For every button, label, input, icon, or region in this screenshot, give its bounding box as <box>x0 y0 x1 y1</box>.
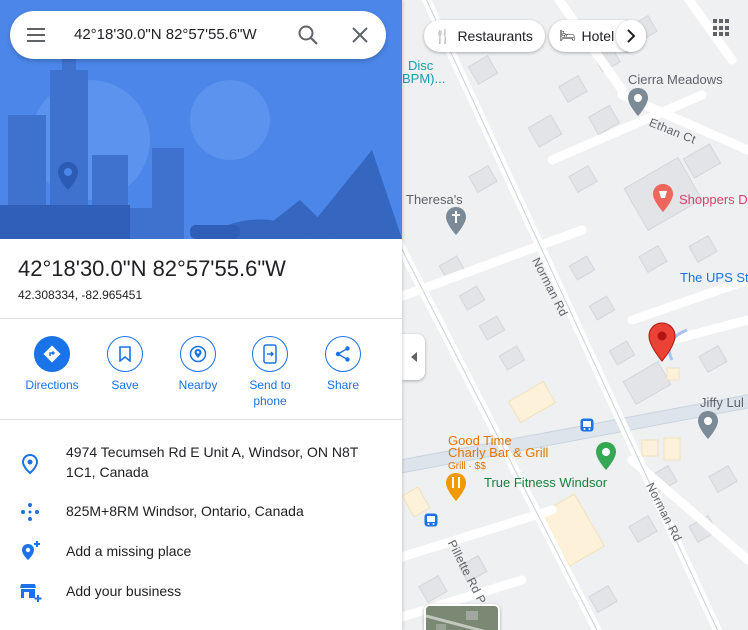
add-business-text: Add your business <box>66 583 182 599</box>
bus-stop-icon[interactable] <box>580 418 594 432</box>
map-label-charly[interactable]: Charly Bar & Grill <box>448 445 548 460</box>
menu-icon[interactable] <box>26 25 46 45</box>
bus-stop-icon[interactable] <box>424 513 438 527</box>
nearby-circle <box>180 336 216 372</box>
add-business-icon <box>20 584 42 602</box>
map-label-ups[interactable]: The UPS St <box>680 270 748 285</box>
place-pin-gray-icon[interactable] <box>697 410 719 440</box>
chip-label: Hotel <box>581 28 615 44</box>
send-to-phone-label: Send to phone <box>249 378 291 408</box>
divider <box>0 318 402 319</box>
map-label-bpm[interactable]: BPM)... <box>402 71 445 86</box>
road-network <box>402 0 748 630</box>
map-label-grill-price: Grill · $$ <box>448 461 486 472</box>
directions-icon <box>43 345 61 363</box>
add-location-icon <box>22 541 40 560</box>
apps-grid-icon[interactable] <box>713 19 731 37</box>
bookmark-icon <box>119 346 131 362</box>
chips-next-button[interactable] <box>616 20 646 52</box>
directions-button[interactable]: Directions <box>16 336 88 393</box>
share-button[interactable]: Share <box>307 336 379 393</box>
search-input[interactable]: 42°18'30.0"N 82°57'55.6"W <box>74 26 274 43</box>
send-to-phone-button[interactable]: Send to phone <box>234 336 306 409</box>
pharmacy-pin-icon[interactable] <box>652 183 674 213</box>
gym-pin-icon[interactable] <box>595 441 617 471</box>
share-label: Share <box>326 378 360 392</box>
action-bar: Directions Save Nearby Send to phone Sha… <box>0 336 402 416</box>
map-label-jiffy[interactable]: Jiffy Lul <box>700 395 744 410</box>
add-business-row[interactable]: Add your business <box>0 580 402 604</box>
satellite-layer-toggle[interactable] <box>424 604 500 630</box>
plus-code-icon <box>21 503 39 521</box>
map-canvas[interactable]: 🍴 Restaurants 🛏 Hotel Disc BPM)... Cierr… <box>402 0 748 630</box>
fork-knife-icon: 🍴 <box>434 27 452 44</box>
address-row[interactable]: 4974 Tecumseh Rd E Unit A, Windsor, ON N… <box>0 442 402 486</box>
satellite-thumbnail-icon <box>426 606 498 630</box>
chevron-right-icon <box>627 29 636 43</box>
map-label-theresas[interactable]: Theresa's <box>406 192 463 207</box>
restaurants-chip[interactable]: 🍴 Restaurants <box>424 20 545 52</box>
close-icon[interactable] <box>350 25 370 45</box>
nearby-label: Nearby <box>178 378 218 392</box>
share-circle <box>325 336 361 372</box>
map-label-true-fitness[interactable]: True Fitness Windsor <box>484 475 607 490</box>
address-text: 4974 Tecumseh Rd E Unit A, Windsor, ON N… <box>66 444 359 480</box>
collapse-panel-button[interactable] <box>402 334 425 380</box>
save-label: Save <box>111 378 139 392</box>
chip-label: Restaurants <box>457 28 533 44</box>
place-title: 42°18'30.0"N 82°57'55.6"W <box>18 256 286 281</box>
send-to-phone-circle <box>252 336 288 372</box>
restaurant-pin-icon[interactable] <box>445 472 467 502</box>
nearby-button[interactable]: Nearby <box>162 336 234 393</box>
map-label-cierra-meadows[interactable]: Cierra Meadows <box>628 72 723 87</box>
directions-label: Directions <box>25 378 79 392</box>
nearby-icon <box>189 345 207 363</box>
bed-icon: 🛏 <box>559 28 576 43</box>
add-missing-place-row[interactable]: Add a missing place <box>0 540 402 564</box>
caret-left-icon <box>410 352 417 362</box>
add-missing-place-text: Add a missing place <box>66 543 192 559</box>
maps-app: 🍴 Restaurants 🛏 Hotel Disc BPM)... Cierr… <box>0 0 748 630</box>
send-to-phone-icon <box>263 344 277 364</box>
divider <box>0 419 402 420</box>
search-icon[interactable] <box>297 24 319 46</box>
place-pin-gray-icon[interactable] <box>627 87 649 117</box>
plus-code-row[interactable]: 825M+8RM Windsor, Ontario, Canada <box>0 500 402 524</box>
share-icon <box>335 346 350 362</box>
place-coordinates: 42.308334, -82.965451 <box>18 288 143 302</box>
church-pin-icon[interactable] <box>445 206 467 236</box>
save-button[interactable]: Save <box>89 336 161 393</box>
map-label-shoppers[interactable]: Shoppers D <box>679 192 748 207</box>
place-panel: 42°18'30.0"N 82°57'55.6"W 42°18'30.0"N 8… <box>0 0 402 630</box>
directions-circle <box>34 336 70 372</box>
plus-code-text: 825M+8RM Windsor, Ontario, Canada <box>66 503 304 519</box>
location-pin-icon <box>21 453 39 475</box>
search-box[interactable]: 42°18'30.0"N 82°57'55.6"W <box>10 11 386 59</box>
selected-location-pin-icon[interactable] <box>648 322 676 362</box>
save-circle <box>107 336 143 372</box>
